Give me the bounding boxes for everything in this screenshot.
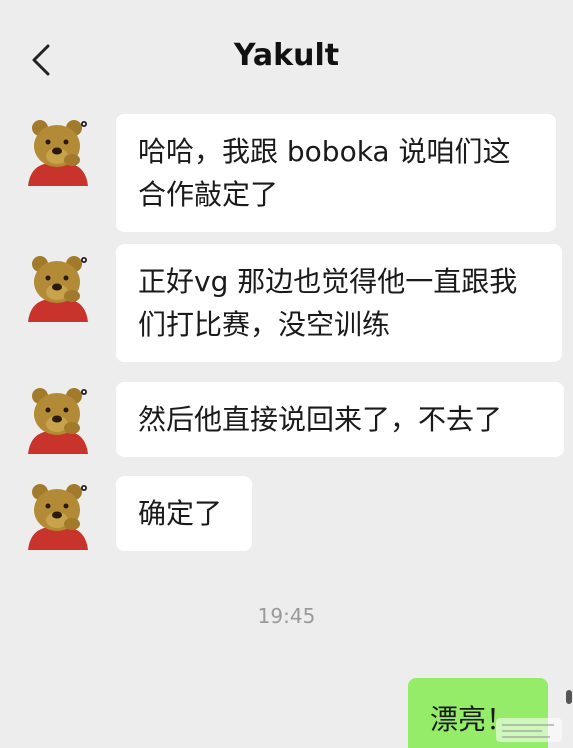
message-timestamp: 19:45 [257, 604, 316, 628]
message-line: 合作敲定了 [138, 178, 279, 211]
message-line: 正好vg 那边也觉得他一直跟我 [138, 265, 518, 298]
message-bubble[interactable]: 哈哈，我跟 boboka 说咱们这 合作敲定了 [116, 114, 556, 232]
chat-header: Yakult [0, 0, 573, 110]
message-line: 确定了 [138, 497, 223, 530]
contact-avatar[interactable] [22, 382, 94, 454]
message-line: 哈哈，我跟 boboka 说咱们这 [138, 135, 511, 168]
message-bubble[interactable]: 然后他直接说回来了，不去了 [116, 382, 564, 457]
contact-avatar[interactable] [22, 114, 94, 186]
contact-avatar[interactable] [22, 478, 94, 550]
contact-avatar[interactable] [22, 250, 94, 322]
message-line: 然后他直接说回来了，不去了 [138, 403, 503, 436]
bear-avatar-icon [22, 382, 94, 454]
bear-avatar-icon [22, 478, 94, 550]
bear-avatar-icon [22, 250, 94, 322]
message-bubble[interactable]: 正好vg 那边也觉得他一直跟我 们打比赛，没空训练 [116, 244, 562, 362]
bear-avatar-icon [22, 114, 94, 186]
chat-screen: Yakult 哈哈，我跟 boboka 说咱们这 合作敲定了 正好vg 那边也觉… [0, 0, 573, 748]
chat-title: Yakult [233, 38, 340, 73]
message-bubble[interactable]: 确定了 [116, 476, 252, 551]
user-avatar-edge [566, 690, 572, 704]
message-line: 们打比赛，没空训练 [138, 308, 391, 341]
watermark [496, 718, 562, 742]
